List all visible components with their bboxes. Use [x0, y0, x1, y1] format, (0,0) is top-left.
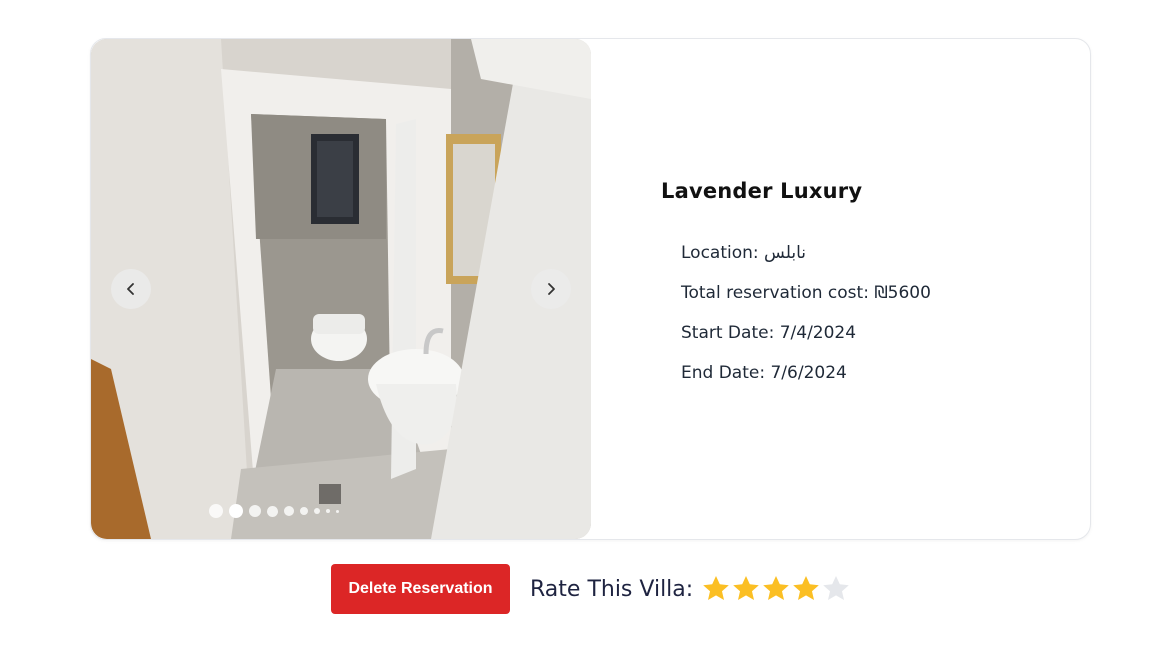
cost-label: Total reservation cost:	[681, 283, 869, 303]
carousel-dot[interactable]	[267, 505, 278, 517]
end-date-value: 7/6/2024	[770, 363, 847, 383]
villa-title: Lavender Luxury	[661, 179, 863, 203]
carousel-dot[interactable]	[336, 509, 339, 513]
end-date-line: End Date: 7/6/2024	[681, 363, 931, 403]
star-icon[interactable]	[821, 574, 851, 604]
location-label: Location:	[681, 243, 759, 263]
carousel-next-button[interactable]	[531, 269, 571, 309]
star-icon[interactable]	[731, 574, 761, 604]
villa-photo	[91, 39, 591, 539]
end-date-label: End Date:	[681, 363, 766, 383]
location-line: Location: نابلس	[681, 243, 931, 283]
carousel-dot[interactable]	[209, 504, 223, 518]
carousel-dot[interactable]	[326, 509, 330, 513]
reservation-details: Location: نابلس Total reservation cost: …	[681, 243, 931, 403]
location-value: نابلس	[764, 243, 806, 263]
carousel-dot[interactable]	[284, 506, 294, 516]
carousel-dot[interactable]	[249, 505, 261, 517]
cost-value: ₪5600	[874, 283, 931, 303]
image-carousel[interactable]	[91, 39, 591, 539]
reservation-actions: Delete Reservation Rate This Villa:	[331, 564, 851, 614]
reservation-card: Lavender Luxury Location: نابلس Total re…	[90, 38, 1091, 540]
cost-line: Total reservation cost: ₪5600	[681, 283, 931, 323]
star-icon[interactable]	[791, 574, 821, 604]
carousel-dot[interactable]	[300, 507, 308, 515]
rate-label: Rate This Villa:	[530, 576, 694, 602]
chevron-right-icon	[548, 283, 555, 295]
start-date-value: 7/4/2024	[779, 323, 857, 343]
carousel-dot[interactable]	[314, 508, 320, 514]
star-icon[interactable]	[701, 574, 731, 604]
star-rating[interactable]	[701, 574, 851, 604]
carousel-prev-button[interactable]	[111, 269, 151, 309]
star-icon[interactable]	[761, 574, 791, 604]
start-date-label: Start Date:	[681, 323, 775, 343]
chevron-left-icon	[127, 283, 134, 295]
carousel-dots	[209, 504, 339, 518]
villa-info: Lavender Luxury Location: نابلس Total re…	[661, 179, 931, 403]
delete-reservation-button[interactable]: Delete Reservation	[331, 564, 510, 614]
carousel-dot[interactable]	[229, 504, 243, 518]
start-date-line: Start Date: 7/4/2024	[681, 323, 931, 363]
